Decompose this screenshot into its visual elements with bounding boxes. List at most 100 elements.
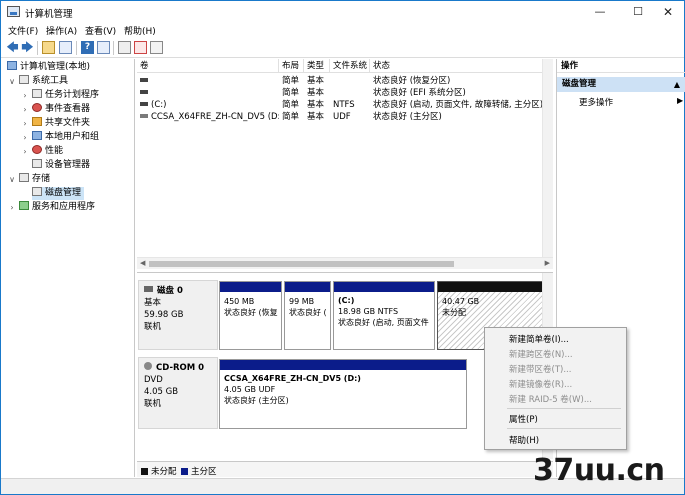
table-row[interactable]: 简单 基本 状态良好 (恢复分区) 4 bbox=[137, 75, 553, 87]
menu-help-item[interactable]: 帮助(H) bbox=[509, 434, 539, 446]
menu-separator bbox=[507, 428, 621, 429]
menu-new-raid5-volume[interactable]: 新建 RAID-5 卷(W)... bbox=[509, 393, 592, 405]
tree-services-label: 服务和应用程序 bbox=[32, 202, 96, 212]
chevron-right-icon[interactable]: › bbox=[20, 117, 30, 130]
menu-action[interactable]: 操作(A) bbox=[46, 24, 77, 37]
partition-size: 40.47 GB bbox=[442, 297, 480, 306]
tree-performance[interactable]: › 性能 bbox=[23, 145, 63, 158]
navigation-tree: 计算机管理(本地) ∨ 系统工具 › 任务计划程序 › 事件查看器 › 共享文件… bbox=[1, 59, 135, 477]
col-layout[interactable]: 布局 bbox=[279, 59, 304, 73]
maximize-button[interactable]: ☐ bbox=[623, 1, 653, 23]
partition-efi[interactable]: 99 MB 状态良好 ( bbox=[284, 281, 331, 350]
menu-new-mirrored-volume[interactable]: 新建镜像卷(R)... bbox=[509, 378, 572, 390]
tree-event-viewer[interactable]: › 事件查看器 bbox=[23, 103, 90, 116]
partition-c[interactable]: (C:) 18.98 GB NTFS 状态良好 (启动, 页面文件 bbox=[333, 281, 435, 350]
tree-shared-folders[interactable]: › 共享文件夹 bbox=[23, 117, 91, 130]
menu-help[interactable]: 帮助(H) bbox=[124, 24, 156, 37]
chevron-down-icon[interactable]: ∨ bbox=[7, 173, 17, 186]
tree-local-users[interactable]: › 本地用户和组 bbox=[23, 131, 100, 144]
tree-system-tools[interactable]: ∨ 系统工具 bbox=[9, 75, 69, 88]
legend-label: 未分配 bbox=[151, 467, 177, 477]
computer-management-icon bbox=[7, 6, 20, 17]
tree-services[interactable]: › 服务和应用程序 bbox=[10, 201, 96, 214]
tree-local-users-label: 本地用户和组 bbox=[45, 132, 100, 142]
watermark: 37uu.cn bbox=[533, 453, 665, 488]
check-icon[interactable] bbox=[134, 41, 147, 54]
tree-disk-management[interactable]: 磁盘管理 bbox=[32, 187, 85, 200]
caret-up-icon[interactable]: ▲ bbox=[674, 77, 680, 92]
menu-view[interactable]: 查看(V) bbox=[85, 24, 116, 37]
menu-new-spanned-volume[interactable]: 新建跨区卷(N)... bbox=[509, 348, 573, 360]
col-volume[interactable]: 卷 bbox=[137, 59, 279, 73]
table-row[interactable]: CCSA_X64FRE_ZH-CN_DV5 (D:) 简单 基本 UDF 状态良… bbox=[137, 111, 553, 123]
fs-cell: NTFS bbox=[333, 100, 355, 110]
menu-file[interactable]: 文件(F) bbox=[8, 24, 38, 37]
menu-new-striped-volume[interactable]: 新建带区卷(T)... bbox=[509, 363, 571, 375]
connect-icon[interactable] bbox=[118, 41, 131, 54]
properties-icon[interactable] bbox=[97, 41, 110, 54]
scroll-thumb[interactable] bbox=[149, 261, 454, 267]
tree-task-scheduler[interactable]: › 任务计划程序 bbox=[23, 89, 99, 102]
back-icon[interactable]: 🡄 bbox=[6, 41, 19, 54]
actions-disk-management[interactable]: 磁盘管理 ▲ bbox=[557, 77, 685, 92]
partition-title: (C:) bbox=[338, 296, 355, 305]
show-hide-tree-icon[interactable] bbox=[59, 41, 72, 54]
partition-status: 状态良好 ( bbox=[289, 308, 327, 317]
chevron-right-icon[interactable]: ▶ bbox=[677, 96, 683, 105]
volume-icon bbox=[140, 102, 148, 106]
chevron-right-icon[interactable]: › bbox=[20, 103, 30, 116]
disk0-label[interactable]: 磁盘 0 基本 59.98 GB 联机 bbox=[138, 280, 218, 350]
chevron-right-icon[interactable]: › bbox=[20, 89, 30, 102]
menu-properties[interactable]: 属性(P) bbox=[509, 413, 538, 425]
chevron-down-icon[interactable]: ∨ bbox=[7, 75, 17, 88]
cdrom-name: CD-ROM 0 bbox=[156, 363, 205, 373]
col-type[interactable]: 类型 bbox=[304, 59, 330, 73]
partition-d[interactable]: CCSA_X64FRE_ZH-CN_DV5 (D:) 4.05 GB UDF 状… bbox=[219, 359, 467, 429]
fs-cell bbox=[330, 75, 370, 87]
tools-icon bbox=[19, 75, 29, 84]
tree-device-manager[interactable]: 设备管理器 bbox=[32, 159, 90, 172]
computer-management-window: 计算机管理 — ☐ ✕ 文件(F) 操作(A) 查看(V) 帮助(H) 🡄 🡆 … bbox=[0, 0, 685, 495]
partition-bar bbox=[285, 282, 330, 292]
fs-cell: UDF bbox=[333, 112, 351, 122]
cdrom-size: 4.05 GB bbox=[144, 387, 179, 397]
scroll-left-icon[interactable]: ◀ bbox=[140, 259, 145, 267]
tree-storage[interactable]: ∨ 存储 bbox=[9, 173, 50, 186]
volume-name: CCSA_X64FRE_ZH-CN_DV5 (D:) bbox=[151, 112, 279, 122]
volume-list-scrollbar[interactable] bbox=[542, 59, 553, 257]
cd-volume-icon bbox=[140, 114, 148, 118]
disk0-name: 磁盘 0 bbox=[157, 286, 183, 296]
tree-root-label: 计算机管理(本地) bbox=[20, 62, 91, 72]
more-actions[interactable]: 更多操作 bbox=[579, 96, 613, 108]
chevron-right-icon[interactable]: › bbox=[20, 131, 30, 144]
partition-text: 40.47 GB 未分配 bbox=[442, 296, 479, 318]
close-button[interactable]: ✕ bbox=[653, 1, 683, 23]
volume-cell bbox=[137, 75, 279, 87]
list-icon[interactable] bbox=[150, 41, 163, 54]
scroll-right-icon[interactable]: ▶ bbox=[545, 259, 550, 267]
volume-list-hscrollbar[interactable]: ◀ ▶ bbox=[137, 257, 553, 269]
tree-system-tools-label: 系统工具 bbox=[32, 76, 69, 86]
minimize-button[interactable]: — bbox=[585, 1, 615, 23]
menu-new-simple-volume[interactable]: 新建简单卷(I)... bbox=[509, 333, 569, 345]
table-row[interactable]: 简单 基本 状态良好 (EFI 系统分区) 9 bbox=[137, 87, 553, 99]
disk0-size: 59.98 GB bbox=[144, 310, 184, 320]
layout-cell: 简单 bbox=[282, 100, 300, 110]
partition-text: (C:) 18.98 GB NTFS 状态良好 (启动, 页面文件 bbox=[338, 295, 429, 328]
chevron-right-icon[interactable]: › bbox=[7, 201, 17, 214]
partition-recovery[interactable]: 450 MB 状态良好 (恢复 bbox=[219, 281, 282, 350]
col-filesystem[interactable]: 文件系统 bbox=[330, 59, 370, 73]
tree-root[interactable]: 计算机管理(本地) bbox=[7, 61, 90, 74]
chevron-right-icon[interactable]: › bbox=[20, 145, 30, 158]
tree-shared-folders-label: 共享文件夹 bbox=[45, 118, 91, 128]
volume-cell bbox=[137, 87, 279, 99]
table-row[interactable]: (C:) 简单 基本 NTFS 状态良好 (启动, 页面文件, 故障转储, 主分… bbox=[137, 99, 553, 111]
type-cell: 基本 bbox=[307, 112, 325, 122]
col-status[interactable]: 状态 bbox=[370, 59, 544, 73]
partition-status: 未分配 bbox=[442, 308, 466, 317]
up-folder-icon[interactable] bbox=[42, 41, 55, 54]
help-icon[interactable]: ? bbox=[81, 41, 94, 54]
forward-icon[interactable]: 🡆 bbox=[21, 41, 34, 54]
menu-separator bbox=[507, 408, 621, 409]
cdrom-label[interactable]: CD-ROM 0 DVD 4.05 GB 联机 bbox=[138, 357, 218, 429]
